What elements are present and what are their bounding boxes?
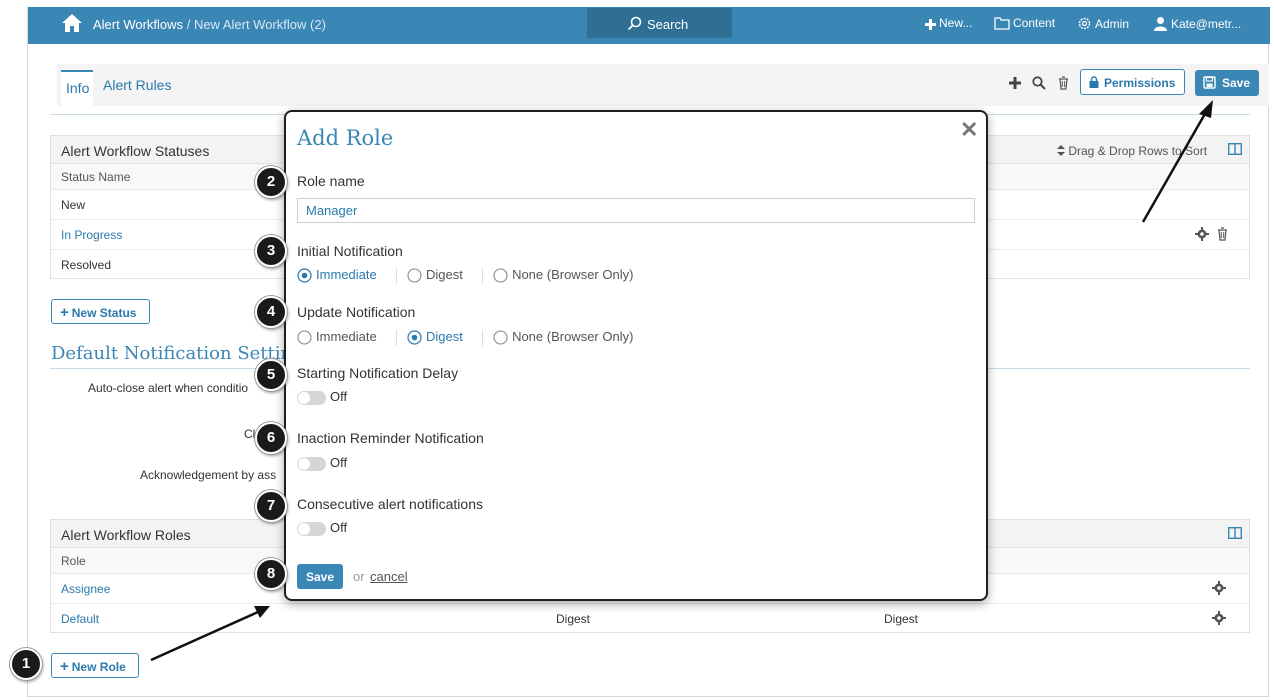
- arrow-head-icon: [1199, 100, 1213, 118]
- step-badge: 1: [10, 648, 42, 680]
- step-badge: 2: [255, 166, 287, 198]
- step-badge: 7: [255, 490, 287, 522]
- arrow-to-save: [1141, 111, 1208, 223]
- step-badge: 6: [255, 422, 287, 454]
- arrow-to-dialog: [150, 610, 259, 662]
- step-badge: 4: [255, 296, 287, 328]
- step-badge: 8: [255, 558, 287, 590]
- step-badge: 5: [255, 359, 287, 391]
- annotation-arrows: [150, 100, 1213, 662]
- step-badge: 3: [255, 235, 287, 267]
